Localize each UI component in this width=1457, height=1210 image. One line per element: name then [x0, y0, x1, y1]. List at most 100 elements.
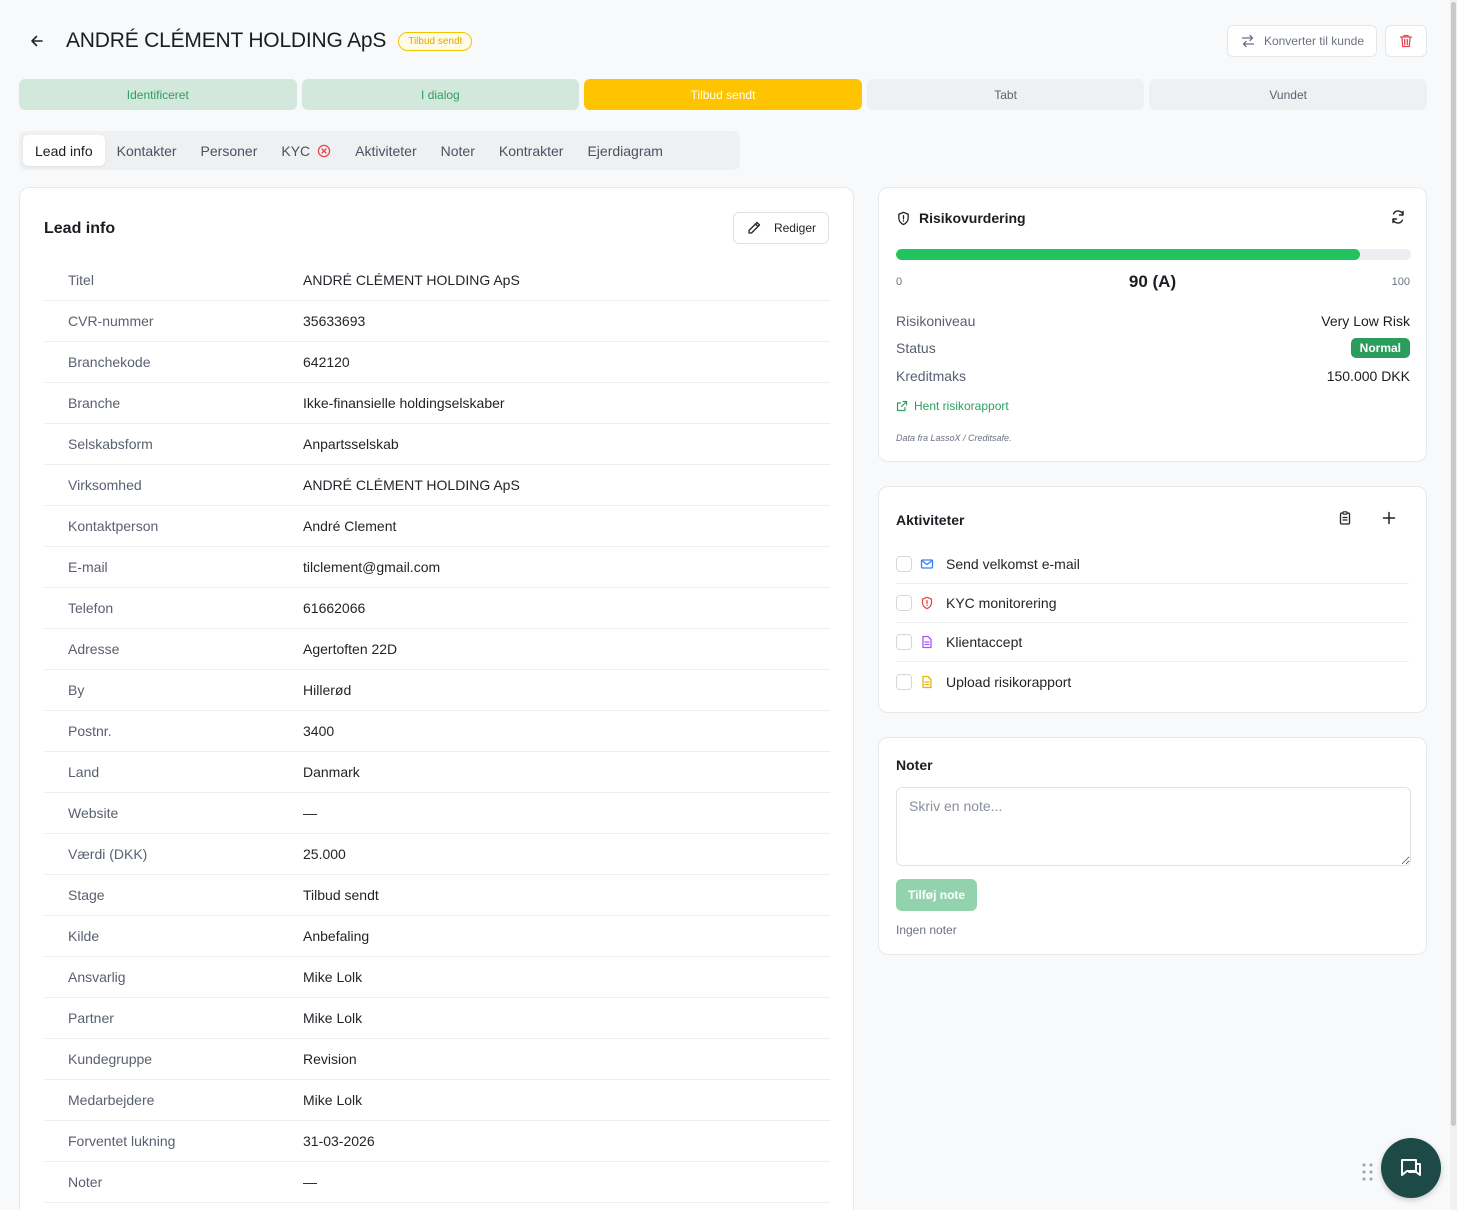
credit-limit-row: Kreditmaks 150.000 DKK: [896, 368, 1410, 384]
field-value: 61662066: [303, 600, 366, 616]
field-label: Branche: [68, 395, 121, 411]
field-value: Danmark: [303, 764, 360, 780]
activity-checkbox[interactable]: [896, 556, 912, 572]
field-label: Postnr.: [68, 723, 112, 739]
activity-checkbox[interactable]: [896, 634, 912, 650]
activities-card: Aktiviteter Send velkomst e-mail KYC mon…: [878, 486, 1427, 713]
chat-button[interactable]: [1381, 1138, 1441, 1198]
error-circle-icon: [317, 144, 331, 157]
table-row: E-mail tilclement@gmail.com: [44, 547, 830, 588]
edit-label: Rediger: [773, 221, 816, 235]
risk-level-row: Risikoniveau Very Low Risk: [896, 313, 1410, 329]
field-label: Land: [68, 764, 100, 780]
refresh-button[interactable]: [1390, 209, 1406, 230]
pipeline-step-won[interactable]: Vundet: [1149, 79, 1427, 110]
table-row: Telefon 61662066: [44, 588, 830, 629]
notes-card: Noter Tilføj note Ingen noter: [878, 737, 1427, 955]
pipeline-step-in-dialog[interactable]: I dialog: [301, 79, 580, 110]
pipeline-stages: Identificeret I dialog Tilbud sendt Tabt…: [19, 79, 1427, 110]
activity-list-button[interactable]: [1337, 510, 1353, 531]
field-label: Virksomhed: [68, 477, 142, 493]
get-risk-report-link[interactable]: Hent risikorapport: [896, 399, 1009, 413]
tab-contacts[interactable]: Kontakter: [105, 135, 189, 166]
scrollbar[interactable]: [1450, 0, 1457, 1210]
field-value: —: [303, 1174, 317, 1190]
table-row: Titel ANDRÉ CLÉMENT HOLDING ApS: [44, 260, 830, 301]
activities-title: Aktiviteter: [896, 512, 965, 528]
risk-score-bar-fill: [896, 249, 1360, 260]
field-label: E-mail: [68, 559, 108, 575]
table-row: By Hillerød: [44, 670, 830, 711]
risk-status-row: Status Normal: [896, 338, 1410, 358]
tab-contracts[interactable]: Kontrakter: [487, 135, 576, 166]
external-link-icon: [896, 400, 908, 412]
table-row: Forventet lukning 31-03-2026: [44, 1121, 830, 1162]
risk-status-badge: Normal: [1350, 338, 1410, 358]
status-badge: Tilbud sendt: [398, 31, 473, 51]
risk-assessment-card: Risikovurdering 0 90 (A) 100 Risikonivea…: [878, 187, 1427, 462]
field-value: Tilbud sendt: [303, 887, 379, 903]
convert-to-customer-button[interactable]: Konverter til kunde: [1226, 25, 1377, 57]
add-activity-button[interactable]: [1381, 510, 1397, 531]
convert-label: Konverter til kunde: [1263, 34, 1364, 48]
activity-label: Upload risikorapport: [946, 673, 1072, 690]
tab-activities[interactable]: Aktiviteter: [343, 135, 428, 166]
field-label: Partner: [68, 1010, 114, 1026]
refresh-icon: [1392, 210, 1404, 224]
risk-level-value: Very Low Risk: [1321, 313, 1410, 329]
table-row: Adresse Agertoften 22D: [44, 629, 830, 670]
field-label: Stage: [68, 887, 105, 903]
activity-item: KYC monitorering: [896, 584, 1409, 623]
pipeline-step-offer-sent[interactable]: Tilbud sendt: [584, 79, 862, 110]
risk-title-text: Risikovurdering: [919, 210, 1026, 226]
table-row: CVR-nummer 35633693: [44, 301, 830, 342]
activity-label: Klientaccept: [946, 634, 1023, 650]
credit-limit-label: Kreditmaks: [896, 368, 967, 384]
chat-icon: [1401, 1159, 1421, 1176]
field-label: Kilde: [68, 928, 100, 944]
drag-handle[interactable]: [1361, 1162, 1375, 1187]
risk-score-bar: [896, 249, 1411, 260]
activity-list: Send velkomst e-mail KYC monitorering Kl…: [896, 545, 1409, 701]
shield-alert-icon: [921, 596, 933, 610]
field-value: 31-03-2026: [303, 1133, 375, 1149]
tab-kyc[interactable]: KYC: [269, 135, 343, 166]
activity-checkbox[interactable]: [896, 673, 912, 690]
back-button[interactable]: [20, 24, 54, 58]
tab-notes[interactable]: Noter: [429, 135, 487, 166]
activity-item: Klientaccept: [896, 623, 1409, 662]
delete-button[interactable]: [1385, 25, 1427, 57]
tab-persons[interactable]: Personer: [189, 135, 270, 166]
field-label: Selskabsform: [68, 436, 153, 452]
pipeline-step-lost[interactable]: Tabt: [866, 79, 1145, 110]
risk-title: Risikovurdering: [896, 210, 1026, 226]
table-row: Land Danmark: [44, 752, 830, 793]
tab-lead-info[interactable]: Lead info: [23, 135, 105, 166]
add-note-button[interactable]: Tilføj note: [896, 879, 978, 911]
mail-icon: [920, 559, 934, 569]
tab-kyc-label: KYC: [281, 142, 311, 159]
table-row: Kontaktperson André Clement: [44, 506, 830, 547]
activity-checkbox[interactable]: [896, 595, 912, 611]
activity-item: Send velkomst e-mail: [896, 545, 1409, 584]
notes-title: Noter: [896, 757, 933, 773]
note-input[interactable]: [896, 787, 1411, 866]
field-value: André Clement: [303, 518, 397, 534]
table-row: Kundegruppe Revision: [44, 1039, 830, 1080]
field-label: Telefon: [68, 600, 114, 616]
tab-ownership-diagram[interactable]: Ejerdiagram: [575, 135, 674, 166]
table-row: Ansvarlig Mike Lolk: [44, 957, 830, 998]
file-icon: [922, 635, 932, 649]
table-row: Branche Ikke-finansielle holdingselskaber: [44, 383, 830, 424]
table-row: Selskabsform Anpartsselskab: [44, 424, 830, 465]
edit-button[interactable]: Rediger: [732, 212, 829, 244]
file-icon: [922, 675, 932, 688]
page-title: ANDRÉ CLÉMENT HOLDING ApS: [66, 29, 387, 52]
grip-icon: [1362, 1163, 1373, 1181]
field-value: —: [303, 805, 317, 821]
table-row: Virksomhed ANDRÉ CLÉMENT HOLDING ApS: [44, 465, 830, 506]
pipeline-step-identified[interactable]: Identificeret: [19, 79, 297, 110]
pencil-icon: [748, 221, 761, 234]
field-value: 642120: [303, 354, 350, 370]
scrollbar-thumb[interactable]: [1451, 2, 1456, 1126]
